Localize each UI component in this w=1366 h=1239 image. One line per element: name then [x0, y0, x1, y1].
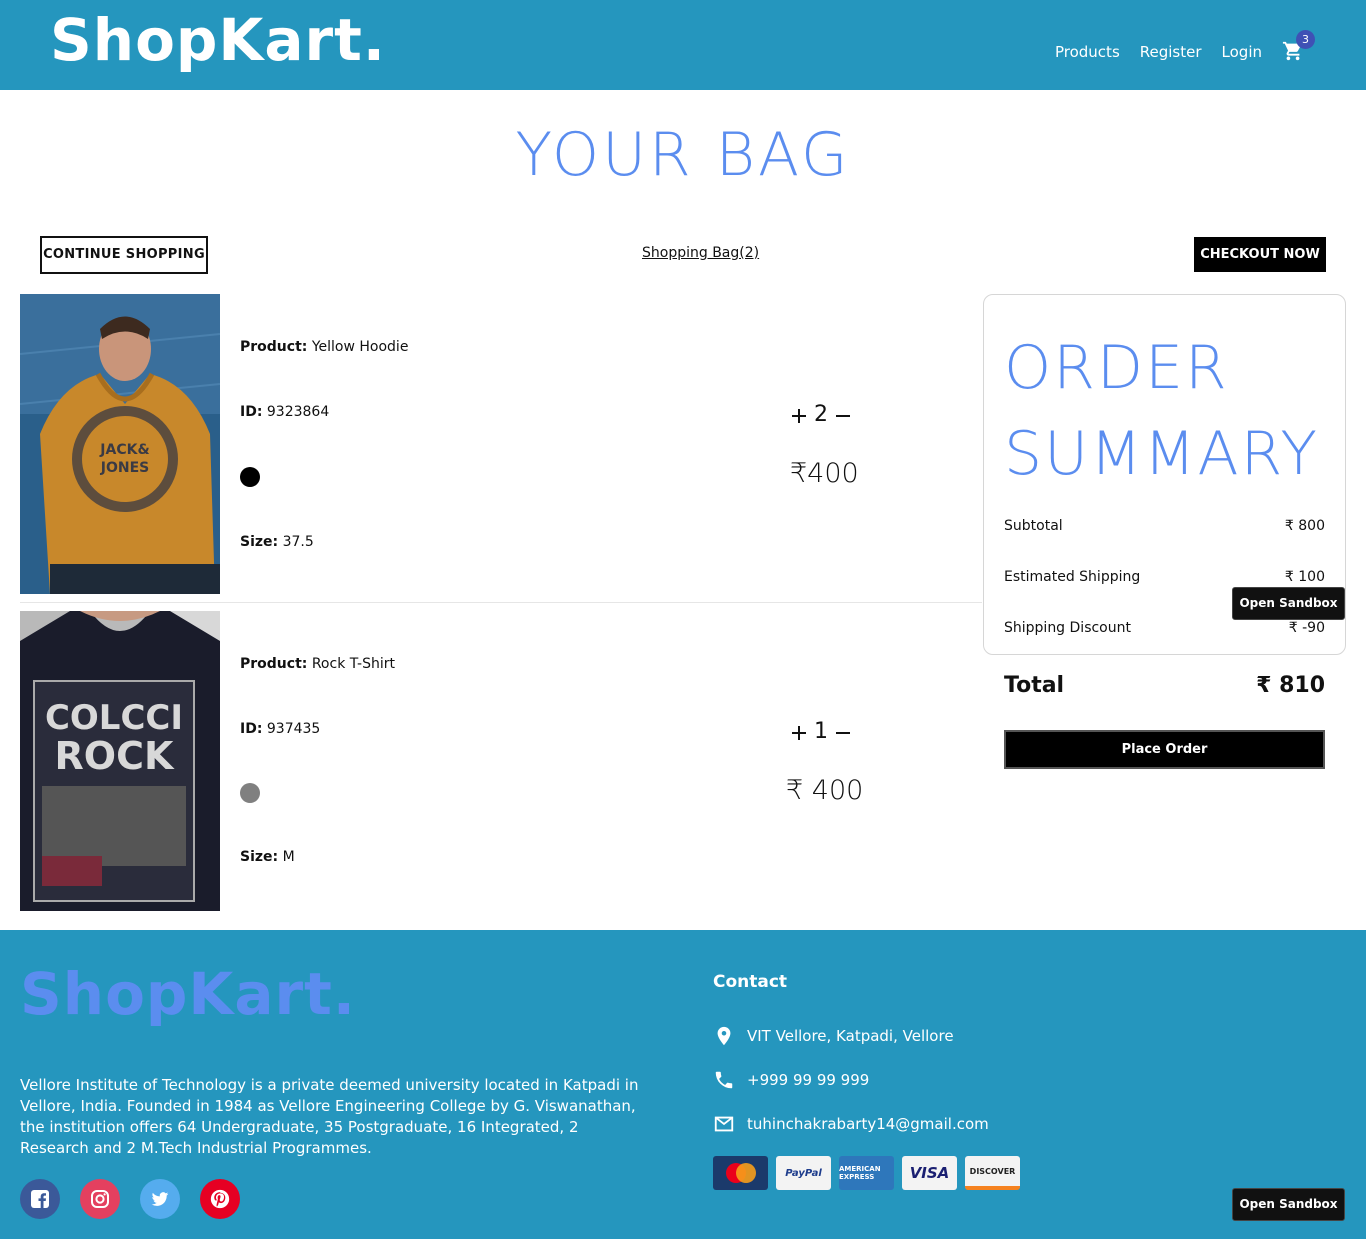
shopping-bag-link[interactable]: Shopping Bag(2) — [642, 245, 759, 261]
shipping-row: Estimated Shipping ₹ 100 — [1004, 569, 1325, 585]
mastercard-icon — [713, 1156, 768, 1190]
cart-item: JACK& JONES Product: Yellow Hoodie ID: 9… — [20, 294, 980, 594]
twitter-button[interactable] — [140, 1179, 180, 1219]
nav-link-register[interactable]: Register — [1140, 43, 1202, 61]
open-sandbox-button[interactable]: Open Sandbox — [1232, 587, 1345, 620]
pinterest-button[interactable] — [200, 1179, 240, 1219]
product-name: Product: Rock T-Shirt — [240, 656, 395, 672]
facebook-button[interactable] — [20, 1179, 60, 1219]
payment-methods: PayPal AMERICAN EXPRESS VISA DISCOVER — [713, 1156, 1020, 1190]
contact-phone: +999 99 99 999 — [713, 1069, 869, 1091]
add-icon[interactable] — [790, 406, 808, 424]
product-price: ₹ 400 — [786, 775, 864, 806]
svg-text:JONES: JONES — [100, 460, 149, 476]
cart-button[interactable]: 3 — [1282, 30, 1315, 64]
contact-address: VIT Vellore, Katpadi, Vellore — [713, 1025, 954, 1047]
nav-link-login[interactable]: Login — [1222, 43, 1262, 61]
nav-link-products[interactable]: Products — [1055, 43, 1120, 61]
cart-item: COLCCI ROCK Product: Rock T-Shirt ID: 93… — [20, 611, 980, 911]
nav-links: Products Register Login 3 — [1055, 30, 1315, 64]
add-icon[interactable] — [790, 723, 808, 741]
product-color-swatch — [240, 783, 260, 803]
item-divider — [20, 602, 982, 603]
subtotal-row: Subtotal ₹ 800 — [1004, 518, 1325, 534]
instagram-icon — [91, 1190, 109, 1208]
navbar: ShopKart. Products Register Login 3 — [0, 0, 1366, 90]
cart-count-badge: 3 — [1296, 30, 1315, 49]
visa-icon: VISA — [902, 1156, 957, 1190]
quantity-value: 2 — [814, 402, 828, 427]
continue-shopping-button[interactable]: CONTINUE SHOPPING — [40, 236, 208, 274]
remove-icon[interactable] — [834, 406, 852, 424]
product-color-swatch — [240, 467, 260, 487]
svg-text:ROCK: ROCK — [55, 734, 175, 778]
phone-icon — [715, 1071, 733, 1089]
social-links — [20, 1179, 240, 1219]
pinterest-icon — [210, 1189, 230, 1209]
discount-row: Shipping Discount ₹ -90 — [1004, 620, 1325, 636]
summary-title: ORDER SUMMARY — [1004, 333, 1320, 489]
contact-title: Contact — [713, 972, 788, 992]
open-sandbox-button[interactable]: Open Sandbox — [1232, 1188, 1345, 1221]
remove-icon[interactable] — [834, 723, 852, 741]
product-id: ID: 9323864 — [240, 404, 330, 420]
product-size: Size: M — [240, 849, 295, 865]
location-pin-icon — [717, 1026, 731, 1046]
svg-text:JACK&: JACK& — [99, 442, 149, 458]
place-order-button[interactable]: Place Order — [1004, 730, 1325, 769]
product-id: ID: 937435 — [240, 721, 321, 737]
facebook-icon — [31, 1190, 49, 1208]
paypal-icon: PayPal — [776, 1156, 831, 1190]
page-title: YOUR BAG — [515, 120, 851, 190]
footer-brand-logo: ShopKart. — [20, 960, 356, 1028]
instagram-button[interactable] — [80, 1179, 120, 1219]
product-name: Product: Yellow Hoodie — [240, 339, 409, 355]
total-row: Total ₹ 810 — [1004, 673, 1325, 698]
product-image-tshirt: COLCCI ROCK — [20, 611, 220, 911]
product-image-hoodie: JACK& JONES — [20, 294, 220, 594]
quantity-value: 1 — [814, 719, 828, 744]
mail-icon — [714, 1116, 734, 1132]
svg-text:COLCCI: COLCCI — [45, 698, 183, 738]
checkout-now-button[interactable]: CHECKOUT NOW — [1194, 237, 1326, 272]
quantity-stepper: 1 — [790, 719, 852, 744]
footer: ShopKart. Vellore Institute of Technolog… — [0, 930, 1366, 1239]
brand-logo[interactable]: ShopKart. — [50, 6, 386, 74]
discover-icon: DISCOVER — [965, 1156, 1020, 1190]
twitter-icon — [151, 1192, 169, 1206]
product-price: ₹400 — [790, 458, 859, 489]
contact-email: tuhinchakrabarty14@gmail.com — [713, 1113, 989, 1135]
amex-icon: AMERICAN EXPRESS — [839, 1156, 894, 1190]
footer-description: Vellore Institute of Technology is a pri… — [20, 1076, 639, 1157]
product-size: Size: 37.5 — [240, 534, 314, 550]
quantity-stepper: 2 — [790, 402, 852, 427]
